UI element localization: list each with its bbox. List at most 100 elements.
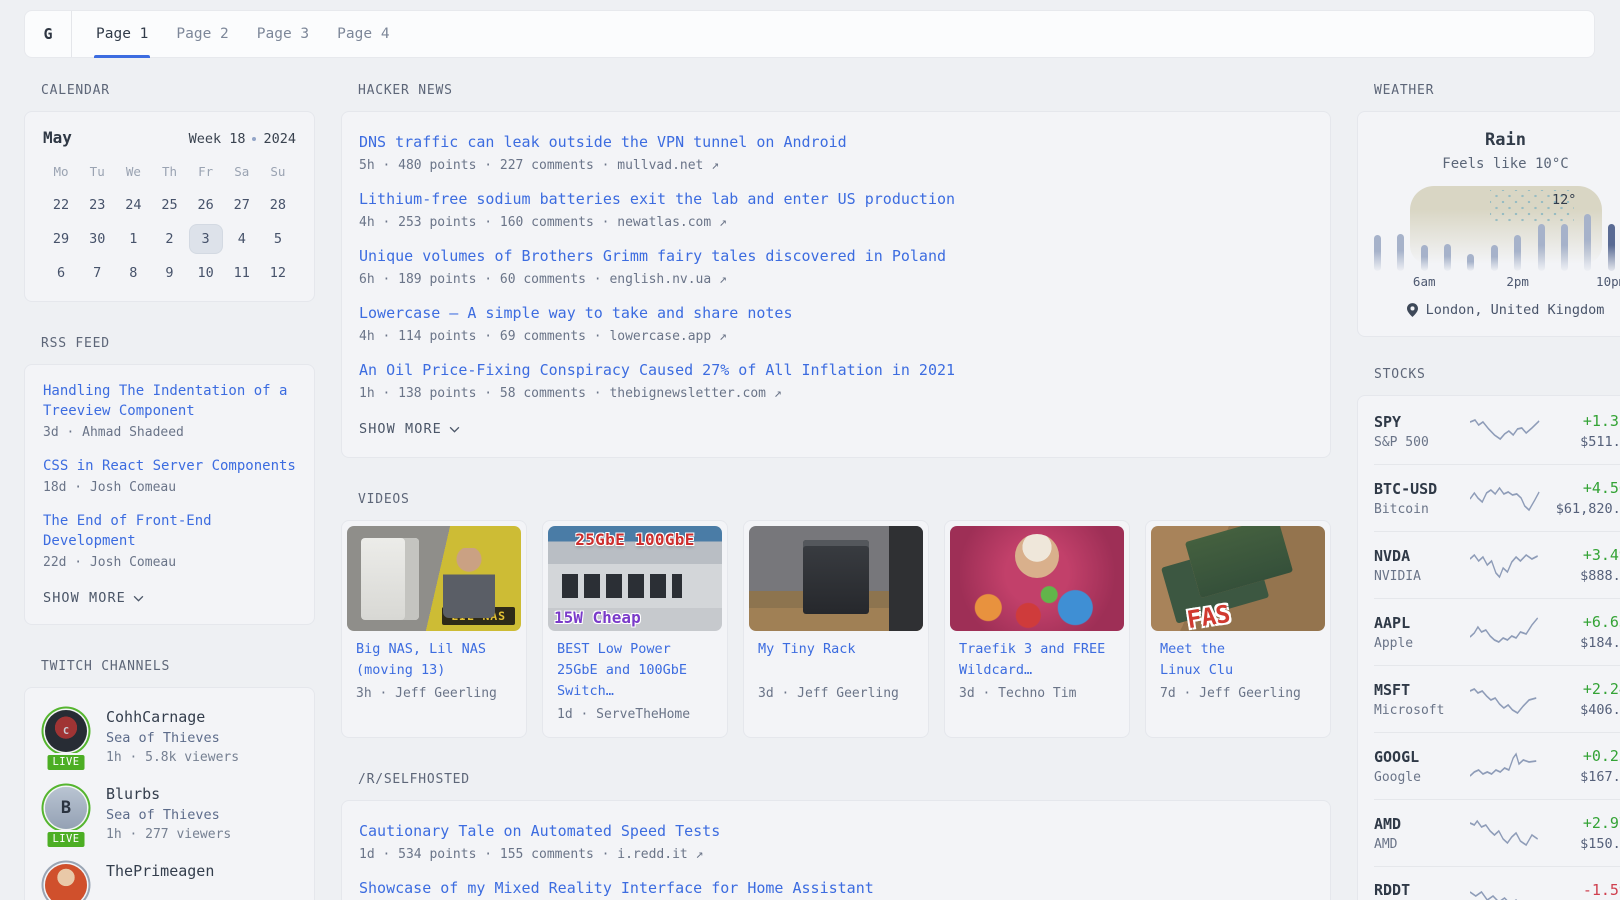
rss-item-title[interactable]: CSS in React Server Components <box>43 456 296 476</box>
calendar-day: 6 <box>43 259 79 287</box>
calendar-day: 29 <box>43 225 79 253</box>
video-title[interactable]: BEST Low Power 25GbE and 100GbE Switch… <box>557 639 713 702</box>
stock-symbol: SPY <box>1374 413 1470 431</box>
hackernews-item: Lithium-free sodium batteries exit the l… <box>359 189 1313 230</box>
rss-item: Handling The Indentation of a Treeview C… <box>43 381 296 440</box>
video-card: FAS Meet the Linux Clu 7d · Jeff Geerlin… <box>1145 520 1331 738</box>
weather-bar <box>1514 235 1521 271</box>
stock-row[interactable]: RDDT -1.59% <box>1374 866 1620 900</box>
rss-item-title[interactable]: Handling The Indentation of a Treeview C… <box>43 381 296 421</box>
page-tab[interactable]: Page 4 <box>335 11 391 57</box>
hackernews-item-title[interactable]: Lowercase – A simple way to take and sha… <box>359 303 1313 324</box>
rss-widget: RSS FEED Handling The Indentation of a T… <box>24 336 315 625</box>
stocks-header: STOCKS <box>1374 367 1620 382</box>
page-tab[interactable]: Page 3 <box>255 11 311 57</box>
stock-row[interactable]: BTC-USD Bitcoin +4.56% $61,820.02 <box>1374 464 1620 531</box>
weather-condition: Rain <box>1374 130 1620 150</box>
calendar-day: 1 <box>115 225 151 253</box>
calendar-day: 23 <box>79 191 115 219</box>
stock-sparkline <box>1470 617 1542 647</box>
hackernews-show-more-button[interactable]: SHOW MORE <box>359 417 1313 445</box>
twitch-channel-name[interactable]: Blurbs <box>106 785 231 803</box>
stock-row[interactable]: NVDA NVIDIA +3.49% $888.12 <box>1374 531 1620 598</box>
hackernews-item-title[interactable]: Unique volumes of Brothers Grimm fairy t… <box>359 246 1313 267</box>
stock-row[interactable]: GOOGL Google +0.25% $167.03 <box>1374 732 1620 799</box>
weather-bar <box>1561 224 1568 271</box>
calendar-days: 22 23 24 25 <box>43 191 296 287</box>
weather-feels-like: Feels like 10°C <box>1374 156 1620 172</box>
reddit-item: Showcase of my Mixed Reality Interface f… <box>359 878 1313 899</box>
video-thumbnail[interactable]: 25GbE 100GbE 15W Cheap <box>548 526 722 631</box>
twitch-card: C LIVE CohhCarnage Sea of Thieves 1h · 5… <box>24 687 315 900</box>
stock-name: Google <box>1374 770 1470 785</box>
twitch-viewers-meta: 1h · 277 viewers <box>106 827 231 842</box>
stock-name: Apple <box>1374 636 1470 651</box>
video-card: 25GbE 100GbE 15W Cheap BEST Low Power 25… <box>542 520 728 738</box>
video-thumbnail[interactable] <box>749 526 923 631</box>
weather-time-label: 6am <box>1413 274 1436 289</box>
reddit-list: Cautionary Tale on Automated Speed Tests… <box>359 821 1313 899</box>
calendar-day: 30 <box>79 225 115 253</box>
stock-name: AMD <box>1374 837 1470 852</box>
stock-row[interactable]: AMD AMD +2.97% $150.50 <box>1374 799 1620 866</box>
weather-time-label: 2pm <box>1506 274 1529 289</box>
video-title[interactable]: Meet the Linux Clu <box>1160 639 1316 681</box>
stock-name: NVIDIA <box>1374 569 1470 584</box>
twitch-category[interactable]: Sea of Thieves <box>106 807 231 823</box>
reddit-item-title[interactable]: Showcase of my Mixed Reality Interface f… <box>359 878 1313 899</box>
app-logo[interactable]: G <box>25 11 72 57</box>
live-badge: LIVE <box>46 753 87 772</box>
rss-show-more-button[interactable]: SHOW MORE <box>43 586 296 614</box>
stock-change: -1.59% <box>1542 881 1620 899</box>
twitch-category[interactable]: Sea of Thieves <box>106 730 239 746</box>
calendar-day: 11 <box>224 259 260 287</box>
calendar-day: 10 <box>188 259 224 287</box>
calendar-day: 28 <box>260 191 296 219</box>
live-badge: LIVE <box>46 830 87 849</box>
page-tab[interactable]: Page 2 <box>174 11 230 57</box>
hackernews-item-title[interactable]: Lithium-free sodium batteries exit the l… <box>359 189 1313 210</box>
hackernews-item-meta: 5h · 480 points · 227 comments · mullvad… <box>359 158 1313 173</box>
stock-row[interactable]: SPY S&P 500 +1.32% $511.69 <box>1374 398 1620 464</box>
reddit-item-title[interactable]: Cautionary Tale on Automated Speed Tests <box>359 821 1313 842</box>
calendar-day: 5 <box>260 225 296 253</box>
videos-row: LIL NAS Big NAS, Lil NAS (moving 13) 3h … <box>341 520 1331 738</box>
video-title[interactable]: Traefik 3 and FREE Wildcard… <box>959 639 1115 681</box>
stock-change: +2.24% <box>1542 680 1620 698</box>
weekday-label: Mo <box>43 161 79 183</box>
stock-sparkline <box>1470 884 1542 900</box>
stock-row[interactable]: AAPL Apple +6.63% $184.51 <box>1374 598 1620 665</box>
stock-symbol: RDDT <box>1374 881 1470 899</box>
video-thumbnail[interactable]: LIL NAS <box>347 526 521 631</box>
hackernews-item-title[interactable]: An Oil Price-Fixing Conspiracy Caused 27… <box>359 360 1313 381</box>
stock-sparkline <box>1470 684 1542 714</box>
video-thumbnail[interactable] <box>950 526 1124 631</box>
twitch-channel-row[interactable]: ThePrimeagen <box>43 862 296 900</box>
twitch-header: TWITCH CHANNELS <box>41 659 315 674</box>
twitch-channel-name[interactable]: CohhCarnage <box>106 708 239 726</box>
rss-item: The End of Front-End Development 22d · J… <box>43 511 296 570</box>
calendar-day: 9 <box>151 259 187 287</box>
video-title[interactable]: Big NAS, Lil NAS (moving 13) <box>356 639 512 681</box>
page-tab[interactable]: Page 1 <box>94 11 150 57</box>
twitch-channel-name[interactable]: ThePrimeagen <box>106 862 214 880</box>
hackernews-item-title[interactable]: DNS traffic can leak outside the VPN tun… <box>359 132 1313 153</box>
rss-item-meta: 18d · Josh Comeau <box>43 480 296 495</box>
left-column: CALENDAR May Week 18 2024 Mo Tu <box>24 83 315 900</box>
twitch-avatar: B <box>45 787 87 829</box>
weekday-label: We <box>115 161 151 183</box>
video-title[interactable]: My Tiny Rack <box>758 639 914 681</box>
stock-symbol: AMD <box>1374 815 1470 833</box>
rss-item-title[interactable]: The End of Front-End Development <box>43 511 296 551</box>
thumbnail-overlay-text: 15W Cheap <box>554 608 641 627</box>
twitch-channel-row[interactable]: C LIVE CohhCarnage Sea of Thieves 1h · 5… <box>43 708 296 765</box>
thumbnail-overlay-text: LIL NAS <box>442 607 515 625</box>
stock-symbol: BTC-USD <box>1374 480 1470 498</box>
stock-symbol: MSFT <box>1374 681 1470 699</box>
video-thumbnail[interactable]: FAS <box>1151 526 1325 631</box>
twitch-channel-row[interactable]: B LIVE Blurbs Sea of Thieves 1h · 277 vi… <box>43 785 296 842</box>
hackernews-item: Unique volumes of Brothers Grimm fairy t… <box>359 246 1313 287</box>
stock-row[interactable]: MSFT Microsoft +2.24% $406.76 <box>1374 665 1620 732</box>
video-meta: 3d · Jeff Geerling <box>758 686 914 701</box>
page-tabs: Page 1 Page 2 Page 3 Page 4 <box>72 11 392 57</box>
